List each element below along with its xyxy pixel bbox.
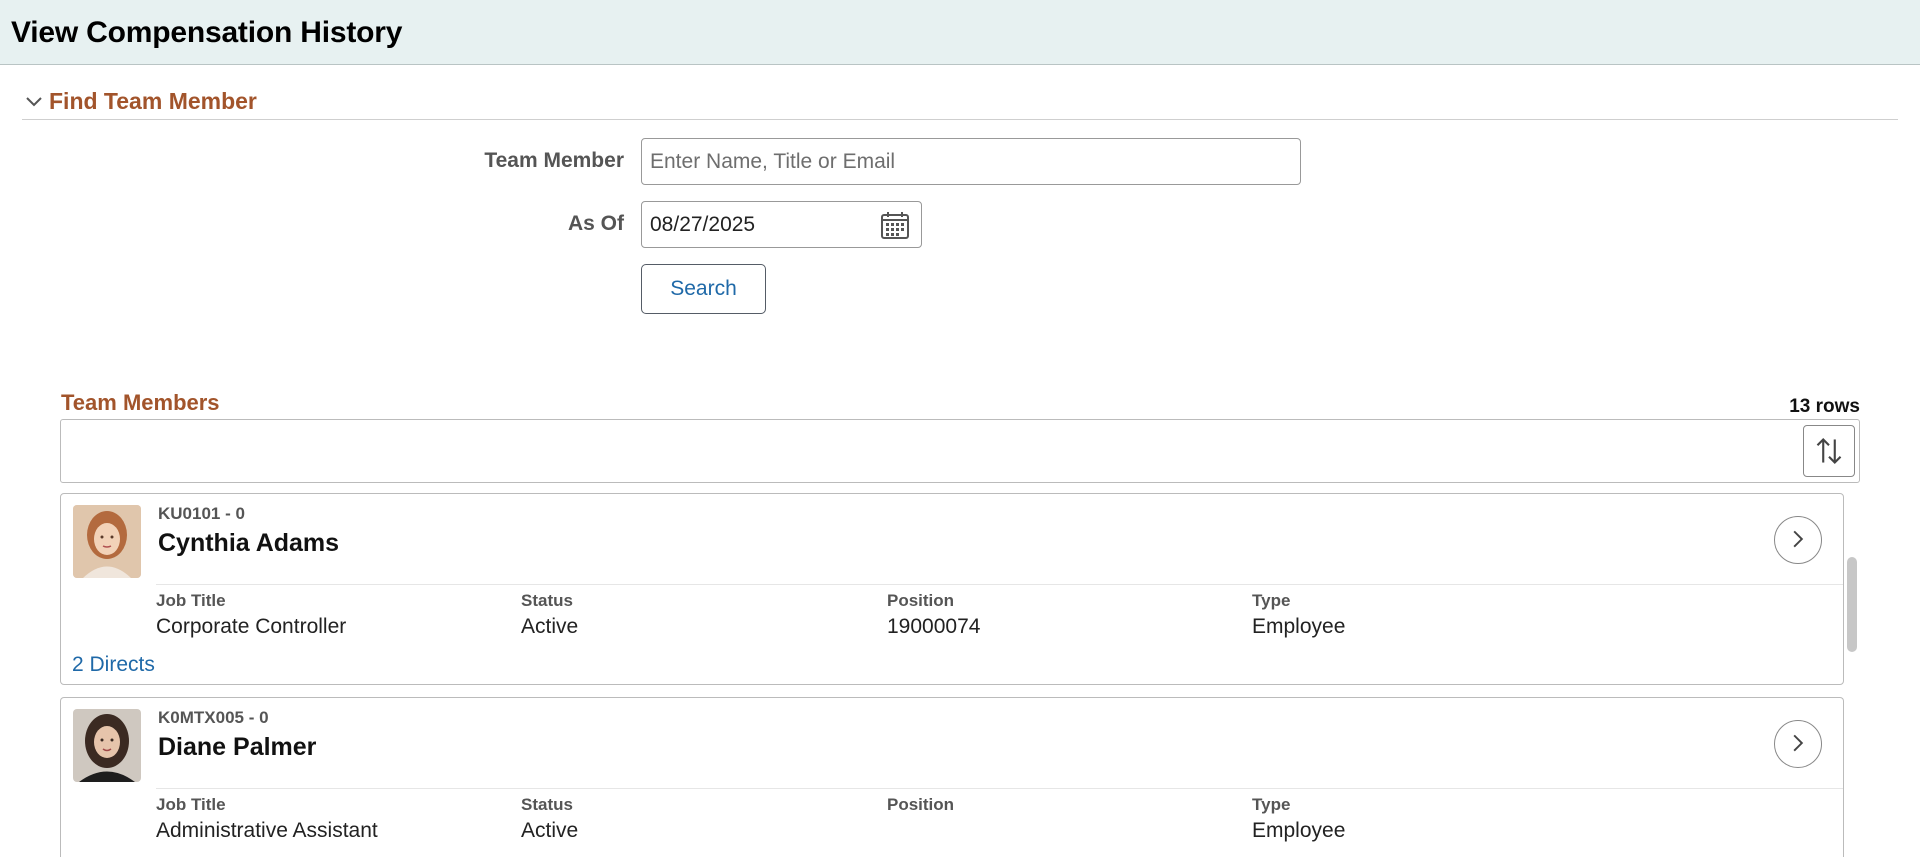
employee-name: Diane Palmer [158, 733, 317, 761]
status-value: Active [521, 819, 579, 842]
team-member-input[interactable] [641, 138, 1301, 185]
employee-id: K0MTX005 - 0 [158, 708, 269, 727]
details-button[interactable] [1774, 516, 1822, 564]
divider [156, 584, 1843, 585]
find-team-member-section[interactable]: Find Team Member [22, 86, 1898, 120]
chevron-down-icon[interactable] [24, 92, 44, 112]
as-of-date-field[interactable]: 08/27/2025 [641, 201, 922, 248]
status-label: Status [521, 591, 573, 610]
as-of-date-value[interactable]: 08/27/2025 [650, 213, 755, 237]
job-title-label: Job Title [156, 591, 226, 610]
avatar [73, 709, 141, 782]
employee-name: Cynthia Adams [158, 529, 340, 557]
team-members-title: Team Members [61, 390, 220, 415]
row-count: 13 rows [1789, 396, 1860, 417]
details-button[interactable] [1774, 720, 1822, 768]
team-member-label: Team Member [484, 149, 624, 172]
position-label: Position [887, 591, 955, 610]
chevron-right-icon [1793, 530, 1804, 548]
status-value: Active [521, 615, 579, 638]
page-header: View Compensation History [0, 0, 1920, 65]
position-label: Position [887, 795, 955, 814]
find-team-member-title[interactable]: Find Team Member [49, 88, 257, 115]
chevron-right-icon [1793, 734, 1804, 752]
employee-id: KU0101 - 0 [158, 504, 245, 523]
list-item[interactable]: KU0101 - 0 Cynthia Adams Job Title Corpo… [60, 493, 1844, 685]
directs-link[interactable]: 2 Directs [72, 653, 155, 677]
scrollbar-thumb[interactable] [1847, 557, 1857, 652]
position-value: 19000074 [887, 615, 981, 638]
job-title-value: Corporate Controller [156, 615, 347, 638]
page-title: View Compensation History [11, 16, 403, 49]
sort-icon [1816, 437, 1842, 465]
avatar [73, 505, 141, 578]
type-value: Employee [1252, 615, 1346, 638]
divider [156, 788, 1843, 789]
type-label: Type [1252, 795, 1291, 814]
sort-button[interactable] [1803, 425, 1855, 477]
status-label: Status [521, 795, 573, 814]
type-label: Type [1252, 591, 1291, 610]
list-item[interactable]: K0MTX005 - 0 Diane Palmer Job Title Admi… [60, 697, 1844, 857]
search-button[interactable]: Search [641, 264, 766, 314]
calendar-icon[interactable] [880, 210, 910, 240]
as-of-label: As Of [567, 212, 624, 235]
job-title-value: Administrative Assistant [156, 819, 378, 842]
list-toolbar [60, 419, 1860, 483]
job-title-label: Job Title [156, 795, 226, 814]
type-value: Employee [1252, 819, 1346, 842]
